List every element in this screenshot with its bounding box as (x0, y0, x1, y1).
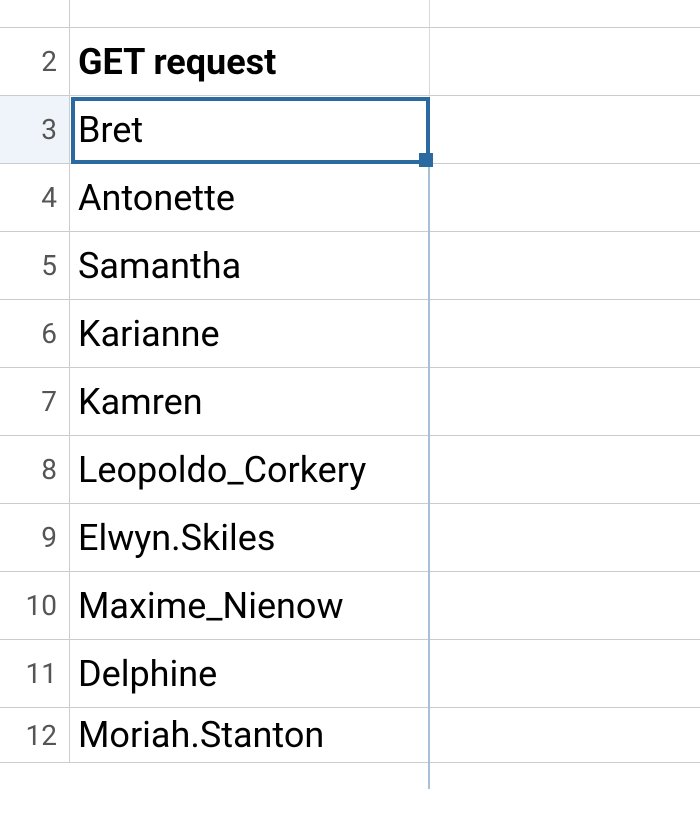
table-row: 5 Samantha (0, 232, 700, 300)
cell[interactable] (430, 232, 700, 300)
table-row: 2 GET request (0, 28, 700, 96)
row-header[interactable]: 6 (0, 300, 70, 368)
cell[interactable]: Delphine (70, 640, 430, 708)
cell[interactable] (430, 436, 700, 504)
cell[interactable]: Karianne (70, 300, 430, 368)
cell-header[interactable]: GET request (70, 28, 430, 96)
row-header[interactable]: 10 (0, 572, 70, 640)
table-row: 4 Antonette (0, 164, 700, 232)
row-header-active[interactable]: 3 (0, 96, 70, 164)
table-row: 9 Elwyn.Skiles (0, 504, 700, 572)
row-header[interactable] (0, 0, 70, 28)
table-row: 8 Leopoldo_Corkery (0, 436, 700, 504)
cell[interactable] (70, 0, 430, 28)
cell[interactable] (430, 96, 700, 164)
cell[interactable] (430, 708, 700, 763)
row-header[interactable]: 4 (0, 164, 70, 232)
cell[interactable] (430, 572, 700, 640)
cell[interactable]: Elwyn.Skiles (70, 504, 430, 572)
cell[interactable]: Maxime_Nienow (70, 572, 430, 640)
row-header[interactable]: 8 (0, 436, 70, 504)
row-header[interactable]: 12 (0, 708, 70, 763)
row-header[interactable]: 5 (0, 232, 70, 300)
table-row: 3 Bret (0, 96, 700, 164)
cell[interactable]: Antonette (70, 164, 430, 232)
cell[interactable] (430, 28, 700, 96)
cell[interactable]: Leopoldo_Corkery (70, 436, 430, 504)
row-header[interactable]: 9 (0, 504, 70, 572)
table-row: 12 Moriah.Stanton (0, 708, 700, 763)
table-row: 6 Karianne (0, 300, 700, 368)
row-header[interactable]: 2 (0, 28, 70, 96)
cell[interactable] (430, 0, 700, 28)
row-header[interactable]: 7 (0, 368, 70, 436)
table-row (0, 0, 700, 28)
cell[interactable]: Kamren (70, 368, 430, 436)
cell[interactable] (430, 368, 700, 436)
cell[interactable] (430, 504, 700, 572)
row-header[interactable]: 11 (0, 640, 70, 708)
cell-selected[interactable]: Bret (70, 96, 430, 164)
cell[interactable] (430, 640, 700, 708)
table-row: 10 Maxime_Nienow (0, 572, 700, 640)
table-row: 11 Delphine (0, 640, 700, 708)
cell[interactable]: Moriah.Stanton (70, 708, 430, 763)
cell[interactable] (430, 164, 700, 232)
spreadsheet-grid[interactable]: 2 GET request 3 Bret 4 Antonette 5 Saman… (0, 0, 700, 763)
cell[interactable]: Samantha (70, 232, 430, 300)
cell[interactable] (430, 300, 700, 368)
table-row: 7 Kamren (0, 368, 700, 436)
